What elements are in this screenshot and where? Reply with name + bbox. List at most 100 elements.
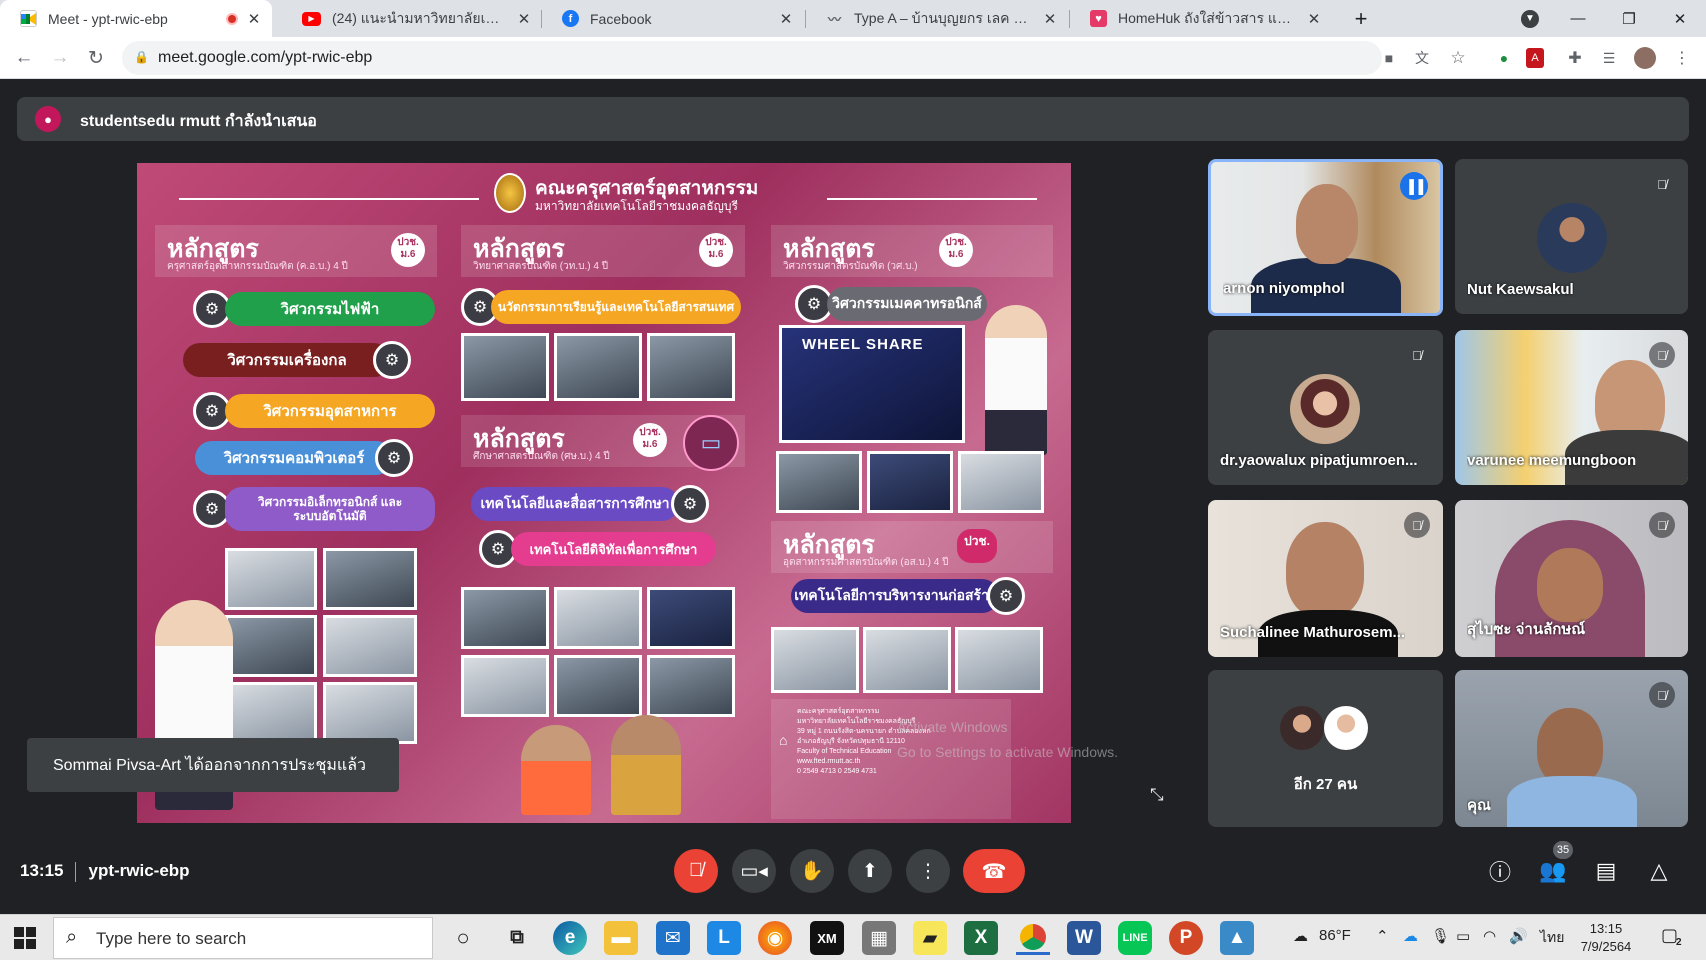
activity-photo [647,655,735,717]
word-icon[interactable]: W [1067,921,1101,955]
forward-arrow-icon[interactable]: → [45,43,75,73]
windows-start-icon[interactable] [14,927,36,949]
task-view-icon[interactable]: ⧉ [500,921,534,955]
program-column-1: หลักสูตร ครุศาสตร์อุตสาหกรรมบัณฑิต (ค.อ.… [155,225,437,810]
tab-youtube[interactable]: ▶ (24) แนะนำมหาวิทยาลัยเทคโนโลยีราชม ✕ [282,0,542,37]
self-tile[interactable]: 🎙̸ คุณ [1455,670,1688,827]
participant-tile[interactable]: ▐▐ arnon niyomphol [1208,159,1443,316]
participant-tile[interactable]: 🎙̸ varunee meemungboon [1455,330,1688,485]
present-now-button[interactable]: ⬆ [848,849,892,893]
level-badge: ปวช. ม.6 [391,233,425,267]
weather-temp[interactable]: 86°F [1319,927,1351,944]
close-tab-icon[interactable]: ✕ [1306,10,1322,28]
program-pill: เทคโนโลยีดิจิทัลเพื่อการศึกษา [511,532,716,566]
activity-photo [955,627,1043,693]
edge-icon[interactable]: e [553,921,587,955]
chevron-up-icon[interactable]: ⌃ [1376,927,1389,945]
program-degree: วิทยาศาสตรบัณฑิต (วท.บ.) 4 ปี [473,261,609,272]
onedrive-icon[interactable]: ☁ [1403,927,1418,945]
chat-button[interactable]: ▤ [1584,849,1628,893]
cortana-icon[interactable]: ○ [446,921,480,955]
l-app-icon[interactable]: L [707,921,741,955]
watermark-line: Go to Settings to activate Windows. [897,744,1118,760]
input-language[interactable]: ไทย [1540,927,1564,949]
sticky-notes-icon[interactable]: ▰ [913,921,947,955]
search-placeholder: Type here to search [96,929,247,948]
new-tab-button[interactable]: + [1337,0,1385,37]
powerpoint-icon[interactable]: P [1169,921,1203,955]
more-options-button[interactable]: ⋮ [906,849,950,893]
people-icon: 👥 [1539,858,1567,883]
extension-globe-icon[interactable]: ● [1491,45,1517,71]
chrome-icon[interactable] [1016,921,1050,955]
mail-icon[interactable]: ✉ [656,921,690,955]
level-badge: ปวช. ม.6 [699,233,733,267]
restore-window-icon[interactable]: ❐ [1605,0,1653,37]
participant-tile[interactable]: 🎙̸ Suchalinee Mathurosem... [1208,500,1443,657]
address-bar[interactable]: 🔒 meet.google.com/ypt-rwic-ebp ■ 文 ☆ [122,41,1466,75]
participant-name: arnon niyomphol [1223,280,1345,297]
activities-button[interactable]: △ [1637,849,1681,893]
close-tab-icon[interactable]: ✕ [778,10,794,28]
taskbar-clock[interactable]: 13:15 7/9/2564 [1575,920,1637,956]
activity-photo [461,655,549,717]
mic-off-button[interactable]: 🎙̸ [674,849,718,893]
calculator-icon[interactable]: ▦ [862,921,896,955]
tab-type-a[interactable]: 〰 Type A – บ้านบุญยกร เลค พาร์ค รังสิต ✕ [806,0,1068,37]
activity-photo [647,587,735,649]
reading-list-icon[interactable]: ☰ [1596,45,1622,71]
extensions-puzzle-icon[interactable]: ✚ [1562,45,1588,71]
facebook-icon: f [562,10,579,27]
profile-avatar[interactable] [1634,47,1656,69]
monitor-icon: ▭ [683,415,739,471]
more-participants-tile[interactable]: อีก 27 คน [1208,670,1443,827]
photos-icon[interactable]: ▲ [1220,921,1254,955]
minimize-window-icon[interactable]: — [1554,0,1602,37]
wifi-icon[interactable]: ◠ [1483,927,1496,945]
reload-icon[interactable]: ↻ [81,43,111,73]
close-tab-icon[interactable]: ✕ [246,10,262,28]
clock-time: 13:15 [1589,921,1623,936]
participant-tile[interactable]: 🎙̸ สุไบซะ จ่านลักษณ์ [1455,500,1688,657]
browser-toolbar: ← → ↻ 🔒 meet.google.com/ypt-rwic-ebp ■ 文… [0,37,1706,79]
battery-icon[interactable]: ▭ [1456,927,1470,945]
tab-search-icon[interactable]: ▼ [1506,0,1554,37]
tab-meet[interactable]: Meet - ypt-rwic-ebp ✕ [0,0,272,37]
xm-app-icon[interactable]: XM [810,921,844,955]
close-window-icon[interactable]: ✕ [1656,0,1704,37]
raise-hand-button[interactable]: ✋ [790,849,834,893]
file-explorer-icon[interactable]: ▬ [604,921,638,955]
volume-icon[interactable]: 🔊 [1509,927,1528,945]
program-degree: ครุศาสตร์อุตสาหกรรมบัณฑิต (ค.อ.บ.) 4 ปี [167,261,348,272]
more-vert-icon: ⋮ [918,860,938,882]
close-tab-icon[interactable]: ✕ [1042,10,1058,28]
participant-tile[interactable]: 🎙̸ dr.yaowalux pipatjumroen... [1208,330,1443,485]
line-app-icon[interactable]: LINE [1118,921,1152,955]
windows-activation-watermark: Activate Windows Go to Settings to activ… [897,715,1118,765]
slide-subtitle: มหาวิทยาลัยเทคโนโลยีราชมงคลธัญบุรี [535,199,738,213]
leave-call-button[interactable]: ☎ [963,849,1025,893]
award-photo: WHEEL SHARE [779,325,965,443]
back-arrow-icon[interactable]: ← [9,43,39,73]
browser-menu-icon[interactable]: ⋮ [1669,45,1695,71]
microphone-icon[interactable]: 🎙 [1431,927,1450,945]
camera-button[interactable]: ▭◂ [732,849,776,893]
weather-icon[interactable]: ☁ [1293,927,1308,945]
participant-tile[interactable]: 🎙̸ Nut Kaewsakul [1455,159,1688,314]
excel-icon[interactable]: X [964,921,998,955]
program-pill: วิศวกรรมอิเล็กทรอนิกส์ และระบบอัตโนมัติ [225,487,435,531]
meeting-info-button[interactable]: ⓘ [1478,849,1522,893]
bookmark-star-icon[interactable]: ☆ [1445,45,1471,71]
firefox-icon[interactable]: ◉ [758,921,792,955]
header-rule [827,198,1037,200]
camera-icon[interactable]: ■ [1376,45,1402,71]
pdf-extension-icon[interactable]: A [1526,48,1544,68]
tab-facebook[interactable]: f Facebook ✕ [542,0,804,37]
taskbar-search-box[interactable]: ⌕ Type here to search [53,917,433,959]
close-tab-icon[interactable]: ✕ [516,10,532,28]
minimize-presentation-icon[interactable]: ⤡ [1150,785,1164,805]
tab-homehuk[interactable]: ♥ HomeHuk ถังใส่ข้าวสาร แบบลิ้นชัก 1 ✕ [1070,0,1332,37]
translate-icon[interactable]: 文 [1409,45,1435,71]
program-pill: วิศวกรรมเมคคาทรอนิกส์ [827,287,987,321]
participant-name: dr.yaowalux pipatjumroen... [1220,452,1418,469]
